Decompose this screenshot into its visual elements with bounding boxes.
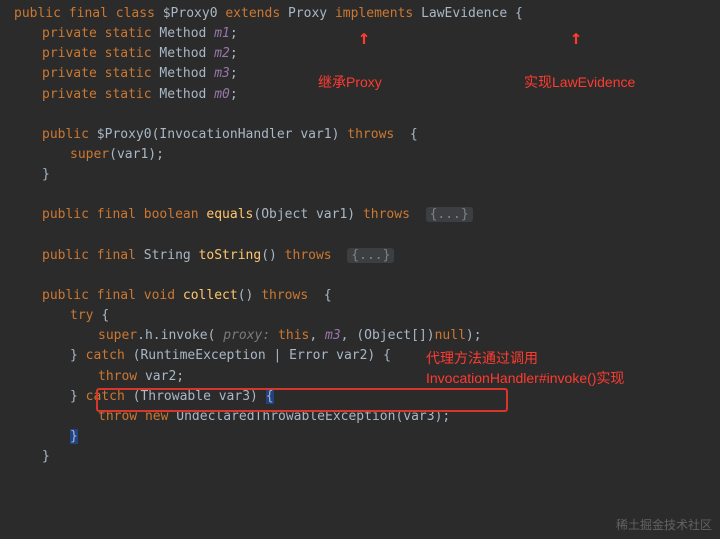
field-m3: private static Method m3; (14, 64, 720, 84)
tostring-method: public final String toString() throws {.… (14, 246, 720, 266)
close-brace: } (14, 165, 720, 185)
blank (14, 226, 720, 246)
invoke-line: super.h.invoke( proxy: this, m3, (Object… (14, 326, 720, 346)
field-m0: private static Method m0; (14, 85, 720, 105)
equals-method: public final boolean equals(Object var1)… (14, 205, 720, 225)
close-brace: } (14, 447, 720, 467)
blank (14, 185, 720, 205)
blank (14, 266, 720, 286)
throw2: throw new UndeclaredThrowableException(v… (14, 407, 720, 427)
code-block: public final class $Proxy0 extends Proxy… (0, 0, 720, 467)
catch1: } catch (RuntimeException | Error var2) … (14, 346, 720, 366)
class-decl: public final class $Proxy0 extends Proxy… (14, 4, 720, 24)
try-block: try { (14, 306, 720, 326)
field-m2: private static Method m2; (14, 44, 720, 64)
collect-method: public final void collect() throws { (14, 286, 720, 306)
field-m1: private static Method m1; (14, 24, 720, 44)
watermark: 稀土掘金技术社区 (616, 516, 712, 535)
close-brace: } (14, 427, 720, 447)
constructor-decl: public $Proxy0(InvocationHandler var1) t… (14, 125, 720, 145)
folded-region: {...} (347, 248, 394, 263)
blank (14, 105, 720, 125)
throw1: throw var2; (14, 367, 720, 387)
folded-region: {...} (426, 207, 473, 222)
super-call: super(var1); (14, 145, 720, 165)
catch2: } catch (Throwable var3) { (14, 387, 720, 407)
